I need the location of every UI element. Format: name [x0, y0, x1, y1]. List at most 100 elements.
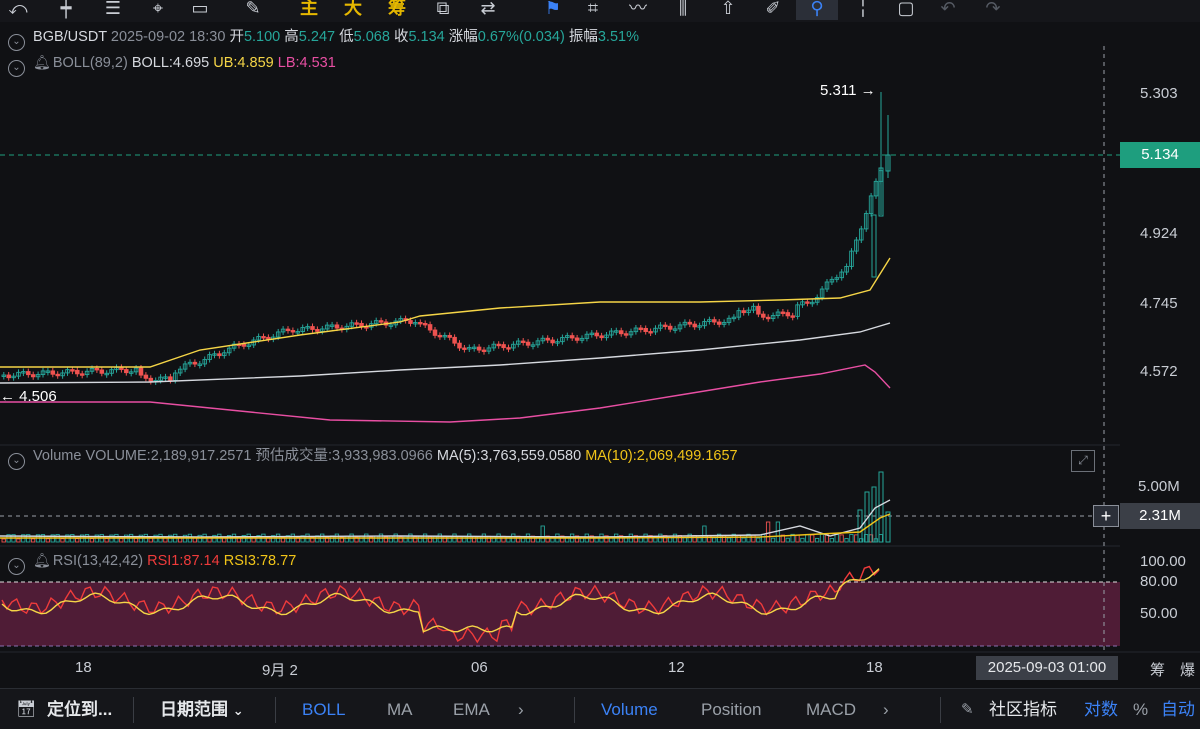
volume-value: VOLUME:2,189,917.2571	[85, 448, 252, 464]
volume-bar	[682, 537, 687, 543]
auto-scale-toggle[interactable]: 自动	[1161, 689, 1195, 729]
chip-tool-button[interactable]: 筹	[1150, 659, 1165, 680]
low-value: 5.068	[353, 29, 390, 45]
candle-body	[687, 321, 693, 325]
calendar-icon[interactable]: 📅︎	[16, 689, 36, 729]
rsi-band	[0, 582, 1120, 646]
indicator-ema-button[interactable]: EMA	[453, 689, 490, 729]
volume-bar	[89, 538, 95, 543]
list-tool-icon[interactable]: ☰	[100, 0, 126, 20]
volume-bar	[736, 534, 741, 543]
volume-bar	[30, 538, 36, 543]
box-icon[interactable]: ▭	[187, 0, 213, 20]
amplitude-label: 振幅	[568, 29, 598, 45]
indicator-macd-button[interactable]: MACD	[806, 689, 856, 729]
volume-ma5-line	[0, 499, 891, 538]
chevron-down-icon: ⌄	[232, 703, 244, 718]
indicator-ma-button[interactable]: MA	[387, 689, 413, 729]
candle-body	[462, 347, 467, 350]
candle-body	[138, 367, 144, 376]
bell-icon[interactable]: 🔔︎	[33, 54, 51, 70]
candle-body	[261, 336, 266, 339]
candle-body	[290, 330, 296, 333]
volume-bar	[75, 538, 80, 543]
candle-icon[interactable]: ⫼	[670, 0, 696, 20]
high-marker: 5.311 →	[820, 82, 876, 99]
candle-body	[569, 335, 575, 339]
signal-main-button[interactable]: 主	[296, 0, 322, 20]
candle-body	[741, 310, 746, 314]
delete-icon[interactable]: ▢	[893, 0, 919, 20]
maximize-pane-icon[interactable]: ⤢	[1071, 450, 1095, 472]
time-axis-label: 12	[668, 659, 685, 676]
note-icon[interactable]: ✎	[240, 0, 266, 20]
candle-body	[871, 214, 877, 278]
candle-body	[648, 331, 653, 334]
candle-body	[119, 366, 124, 371]
signal-chip-button[interactable]: 筹	[384, 0, 410, 20]
time-axis-label: 18	[866, 659, 883, 676]
volume-bar	[800, 537, 805, 543]
pin-icon[interactable]: ╎	[850, 0, 876, 20]
candle-body	[618, 330, 624, 335]
log-scale-toggle[interactable]: 对数	[1084, 689, 1118, 729]
time-axis-label: 9月 2	[262, 662, 298, 679]
candle-body	[124, 369, 129, 374]
volume-bar	[741, 537, 746, 543]
drawing-toolbar: ⤺ ┿ ☰ ⌖ ▭ ✎ 主 大 筹 ⧉ ⇄ ⚑ ⌗ 〰 ⫼ ⇧ ✐ ⚲ ╎ ▢ …	[0, 0, 1200, 22]
volume-bar	[878, 471, 884, 543]
change-value: 0.67%(0.034)	[477, 29, 565, 45]
export-icon[interactable]: ⇧	[715, 0, 741, 20]
undo-history-icon[interactable]: ↶	[935, 0, 961, 20]
collapse-icon[interactable]: ⌄	[8, 60, 25, 77]
bookmark-icon[interactable]: ⚑	[540, 0, 566, 20]
volume-bar	[133, 537, 139, 543]
edit-icon[interactable]: ✎	[961, 689, 974, 729]
low-label: 低	[339, 29, 354, 45]
percent-scale-toggle[interactable]: %	[1133, 689, 1148, 729]
candle-body	[168, 376, 173, 381]
volume-bar	[388, 535, 393, 543]
community-indicators-button[interactable]: 社区指标	[989, 689, 1057, 729]
collapse-icon[interactable]: ⌄	[8, 34, 25, 51]
chevron-right-icon[interactable]: ›	[518, 689, 524, 729]
boll-name: BOLL(89,2)	[52, 55, 128, 71]
indicator-boll-button[interactable]: BOLL	[302, 689, 345, 729]
magnet-icon[interactable]: ⚲	[796, 0, 838, 20]
liquidation-tool-button[interactable]: 爆	[1180, 659, 1195, 680]
trend-line-icon[interactable]: 〰	[625, 0, 651, 20]
volume-ma5: MA(5):3,763,559.0580	[436, 448, 582, 464]
indicator-volume-button[interactable]: Volume	[601, 689, 658, 729]
candle-body	[452, 336, 457, 344]
volume-bar	[878, 534, 883, 543]
candle-body	[192, 361, 198, 365]
undo-icon[interactable]: ⤺	[5, 0, 31, 20]
chevron-right-icon[interactable]: ›	[883, 689, 889, 729]
redo-icon[interactable]: ↷	[980, 0, 1006, 20]
volume-name: Volume	[33, 448, 82, 464]
collapse-icon[interactable]: ⌄	[8, 453, 25, 470]
boll-header: ⌄ 🔔︎ BOLL(89,2) BOLL:4.695 UB:4.859 LB:4.…	[8, 53, 336, 77]
candle-body	[481, 349, 487, 353]
candle-body	[427, 324, 433, 331]
compare-icon[interactable]: ⧉	[430, 0, 456, 20]
price-axis-label: 4.745	[1140, 295, 1178, 312]
bottom-toolbar: 📅︎ 定位到... 日期范围 ⌄ BOLL MA EMA › Volume Po…	[0, 688, 1200, 729]
date-range-dropdown[interactable]: 日期范围 ⌄	[160, 689, 244, 729]
cursor-icon[interactable]: ⌖	[145, 0, 171, 20]
edit-icon[interactable]: ✐	[760, 0, 786, 20]
candle-body	[143, 374, 149, 379]
line-tool-icon[interactable]: ┿	[53, 0, 79, 20]
volume-bar	[871, 486, 877, 543]
indicator-position-button[interactable]: Position	[701, 689, 761, 729]
candle-body	[94, 367, 100, 371]
volume-bar	[775, 521, 781, 543]
bell-icon[interactable]: 🔔︎	[33, 552, 51, 568]
locate-button[interactable]: 定位到...	[47, 689, 112, 729]
signal-large-button[interactable]: 大	[340, 0, 366, 20]
collapse-icon[interactable]: ⌄	[8, 558, 25, 575]
price-chart-canvas[interactable]	[0, 22, 1200, 688]
tag-icon[interactable]: ⌗	[580, 0, 606, 20]
add-icon[interactable]: +	[1093, 505, 1119, 527]
swap-icon[interactable]: ⇄	[475, 0, 501, 20]
